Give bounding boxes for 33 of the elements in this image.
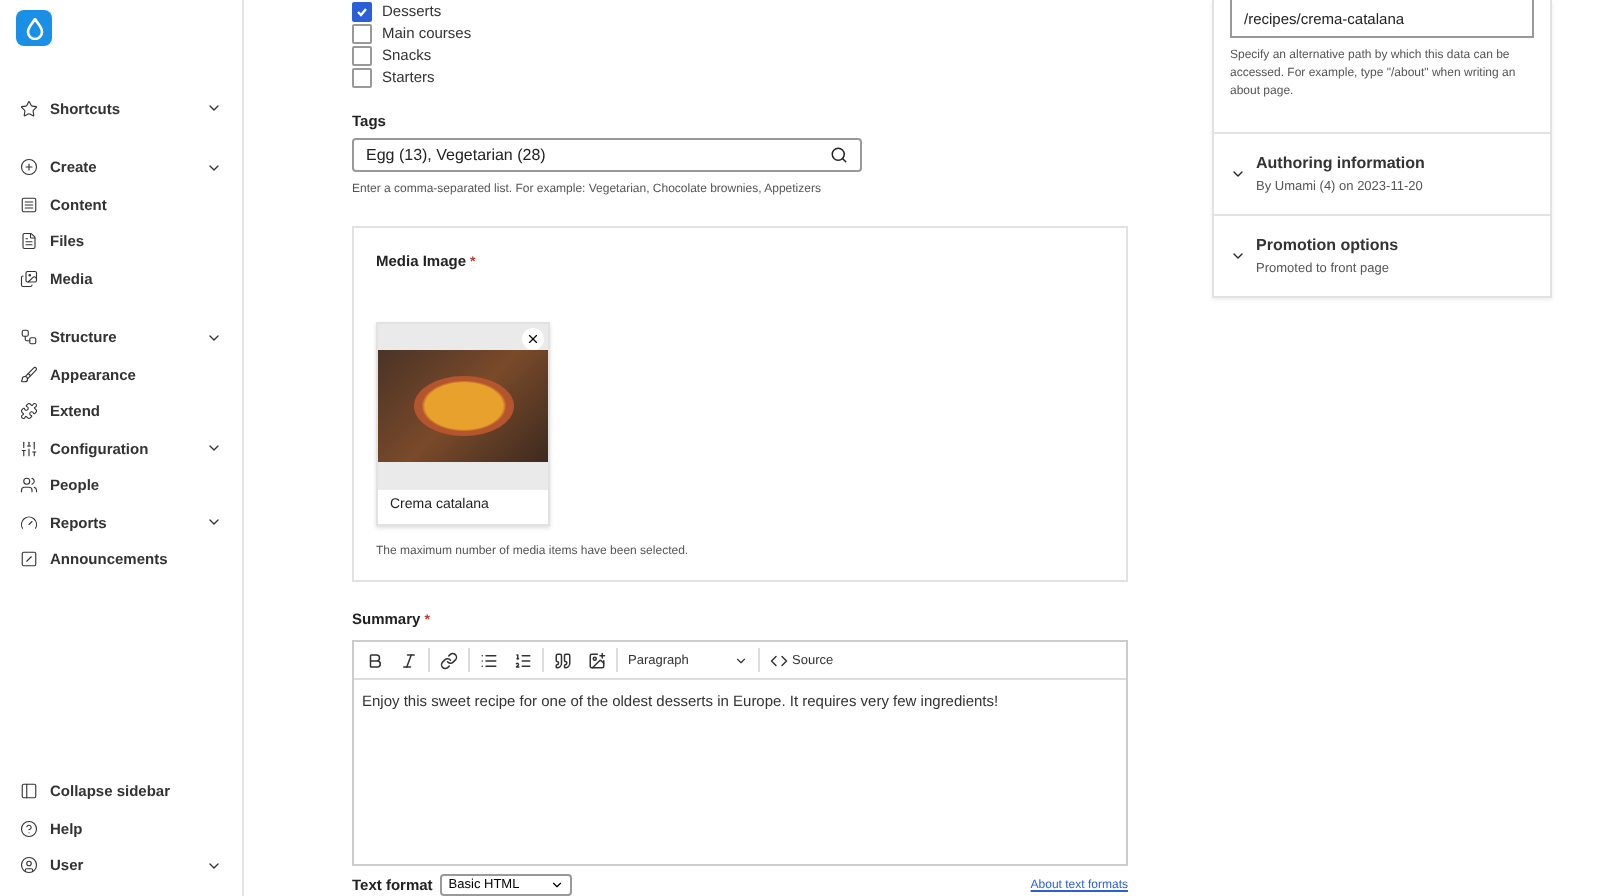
list-icon [20, 195, 38, 214]
bulleted-list-icon [480, 651, 498, 670]
nodes-icon [20, 328, 38, 347]
remove-button[interactable] [522, 328, 544, 351]
chevron-down-icon [734, 653, 748, 668]
quote-icon [554, 651, 572, 670]
images-icon [20, 269, 38, 288]
numbered-list-icon [514, 651, 532, 670]
close-icon [526, 332, 540, 347]
search-icon [830, 146, 848, 165]
chevron-down-icon [1230, 166, 1246, 182]
panel-icon [20, 782, 38, 801]
slash-square-icon [20, 550, 38, 569]
gauge-icon [20, 513, 38, 532]
help-icon [20, 819, 38, 838]
sliders-icon [20, 439, 38, 458]
bold-icon [366, 651, 384, 670]
people-icon [20, 476, 38, 495]
tags-field[interactable]: Egg (13), Vegetarian (28) [352, 138, 862, 173]
chevron-down-icon [1230, 248, 1246, 264]
check-icon [356, 5, 368, 18]
brush-icon [20, 365, 38, 384]
code-icon [770, 651, 788, 670]
star-icon [20, 99, 38, 118]
logo-icon[interactable] [16, 10, 52, 46]
link-icon [440, 651, 458, 670]
file-icon [20, 232, 38, 251]
italic-icon [400, 651, 418, 670]
user-icon [20, 856, 38, 875]
image-icon [588, 651, 606, 670]
chevron-down-icon [550, 878, 565, 893]
puzzle-icon [20, 402, 38, 421]
plus-circle-icon [20, 158, 38, 177]
